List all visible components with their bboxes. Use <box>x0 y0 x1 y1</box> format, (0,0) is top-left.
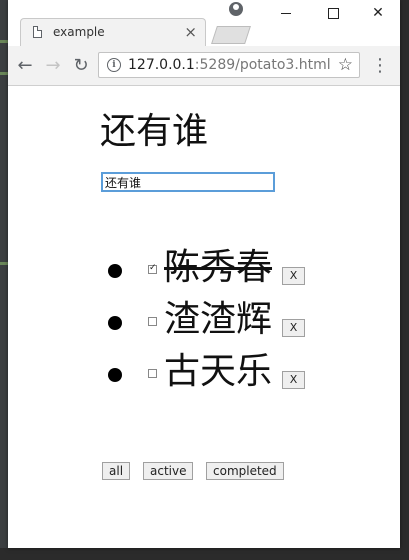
browser-window: example × ✕ ← → ↻ i 127.0.0.1:5289/potat… <box>8 0 400 548</box>
todo-checkbox[interactable] <box>148 263 157 274</box>
list-bullet <box>108 316 122 330</box>
todo-item: 古天乐 X <box>108 350 368 402</box>
address-bar[interactable]: i 127.0.0.1:5289/potato3.html ☆ <box>98 52 360 78</box>
back-button[interactable]: ← <box>14 55 36 77</box>
close-window-button[interactable]: ✕ <box>364 3 392 23</box>
filter-all-button[interactable]: all <box>102 462 131 480</box>
forward-button[interactable]: → <box>42 55 64 77</box>
background-mark <box>0 262 8 265</box>
filter-completed-button[interactable]: completed <box>206 462 284 480</box>
filter-active-button[interactable]: active <box>143 462 194 480</box>
url-path: :5289/potato3.html <box>194 57 331 73</box>
minimize-button[interactable] <box>272 3 300 23</box>
browser-tab[interactable]: example × <box>20 18 206 46</box>
background-left-panel <box>0 0 8 560</box>
new-todo-input[interactable] <box>101 172 275 192</box>
list-bullet <box>108 264 122 278</box>
maximize-button[interactable] <box>319 3 347 23</box>
tab-title: example <box>53 25 105 39</box>
reload-button[interactable]: ↻ <box>70 55 92 77</box>
todo-item: 陈秀春 X <box>108 246 368 298</box>
todo-list: 陈秀春 X 渣渣辉 X 古天乐 X <box>108 246 368 402</box>
title-bar: example × ✕ <box>8 0 400 46</box>
browser-menu-button[interactable]: ⋮ <box>371 55 389 77</box>
todo-checkbox[interactable] <box>148 369 157 378</box>
todo-checkbox[interactable] <box>148 317 157 326</box>
todo-delete-button[interactable]: X <box>282 371 305 389</box>
page-content: 还有谁 陈秀春 X 渣渣辉 X 古天乐 X all acti <box>8 86 400 548</box>
todo-text: 古天乐 <box>164 351 273 392</box>
minimize-icon <box>281 12 291 14</box>
new-tab-button[interactable] <box>211 26 251 44</box>
browser-toolbar: ← → ↻ i 127.0.0.1:5289/potato3.html ☆ ⋮ <box>8 46 400 86</box>
background-bottom <box>0 548 409 560</box>
list-bullet <box>108 368 122 382</box>
todo-delete-button[interactable]: X <box>282 319 305 337</box>
url-host: 127.0.0.1 <box>128 57 195 73</box>
page-title: 还有谁 <box>100 111 209 152</box>
bookmark-star-icon[interactable]: ☆ <box>338 55 353 75</box>
maximize-icon <box>327 7 339 19</box>
todo-item: 渣渣辉 X <box>108 298 368 350</box>
url-text: 127.0.0.1:5289/potato3.html <box>128 57 331 73</box>
todo-delete-button[interactable]: X <box>282 267 305 285</box>
todo-text: 渣渣辉 <box>164 299 273 340</box>
background-right-panel <box>400 0 409 560</box>
profile-icon[interactable] <box>229 2 243 16</box>
todo-text: 陈秀春 <box>164 247 273 288</box>
background-mark <box>0 72 8 75</box>
tab-close-button[interactable]: × <box>184 23 197 41</box>
document-icon <box>33 26 42 38</box>
background-mark <box>0 40 8 43</box>
info-icon[interactable]: i <box>107 58 121 72</box>
